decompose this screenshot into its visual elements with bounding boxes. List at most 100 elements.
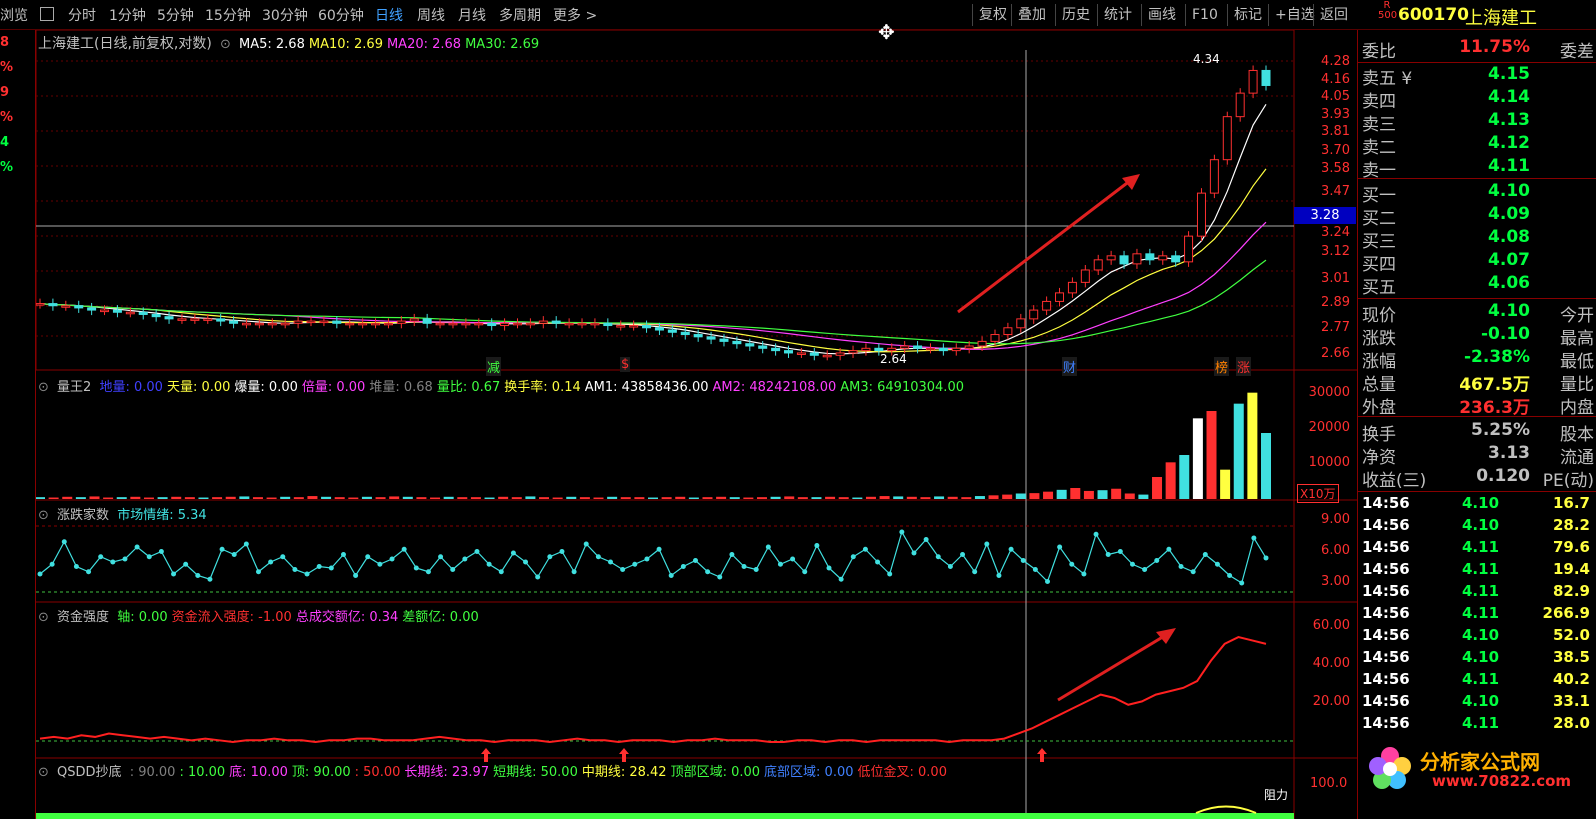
candle-body [964, 345, 974, 349]
emotion-point [535, 574, 541, 580]
candle-body [61, 305, 71, 308]
emotion-point [280, 554, 286, 560]
collapse-icon[interactable]: ⊙ [38, 508, 49, 523]
event-marker[interactable]: 榜 [1214, 357, 1230, 376]
indicator-value: 资金流入强度: -1.00 [171, 610, 292, 625]
period-tab[interactable]: 30分钟 [262, 5, 308, 25]
period-tab[interactable]: 15分钟 [205, 5, 251, 25]
candle-body [1171, 255, 1181, 263]
buy-level-value: 4.10 [1488, 181, 1530, 201]
period-tab[interactable]: 1分钟 [109, 5, 146, 25]
event-marker[interactable]: 涨 [1236, 357, 1252, 376]
tick-price: 4.11 [1462, 582, 1500, 600]
tick-time: 14:56 [1362, 626, 1410, 644]
emotion-point [49, 561, 55, 567]
volume-bar [103, 497, 114, 499]
toolbar-button[interactable]: 统计 [1097, 4, 1138, 26]
emotion-point [523, 559, 529, 565]
volume-bar [1152, 477, 1163, 499]
collapse-icon[interactable]: ⊙ [38, 610, 49, 625]
candle-body [332, 320, 342, 324]
toolbar-button[interactable]: 返回 [1313, 4, 1354, 26]
collapse-icon[interactable]: ⊙ [38, 765, 49, 780]
volume-bar [62, 496, 73, 499]
event-marker[interactable]: 财 [1062, 357, 1078, 376]
emotion-point [887, 571, 893, 577]
emotion-point [146, 554, 152, 560]
sell-level: 卖一 4.11 [1362, 156, 1594, 181]
layout-icon[interactable] [40, 7, 54, 21]
volume-bar [75, 497, 86, 499]
quote-row-label: 外盘 [1362, 398, 1396, 418]
volume-bar [593, 497, 604, 499]
quote-row: 涨幅 -2.38% 最低 [1362, 347, 1594, 372]
volume-bar [539, 497, 550, 499]
quote-row-label: 涨幅 [1362, 352, 1396, 372]
candle-body [822, 354, 832, 358]
emotion-point [1081, 571, 1087, 577]
period-tab[interactable]: 分时 [68, 5, 96, 25]
indicator-value: 底: 10.00 [229, 765, 288, 780]
volume-bar [1015, 493, 1026, 499]
emotion-point [559, 549, 565, 554]
tick-time: 14:56 [1362, 516, 1410, 534]
y-axis-label: 9.00 [1321, 512, 1350, 527]
quote-row-right: 量比 [1560, 375, 1594, 395]
volume-bar [198, 497, 209, 499]
volume-bar [1097, 490, 1108, 499]
period-tab[interactable]: 日线 [375, 5, 403, 25]
volume-bar [934, 496, 945, 499]
indicator-value: 市场情绪: 5.34 [117, 508, 207, 523]
emotion-point [875, 559, 881, 565]
quote-row-right: 内盘 [1560, 398, 1594, 418]
volume-bar [879, 496, 890, 499]
period-tab[interactable]: 更多 > [553, 5, 597, 25]
emotion-point [1057, 544, 1063, 550]
indicator-value: 差额亿: 0.00 [402, 610, 479, 625]
collapse-icon[interactable]: ⊙ [220, 37, 231, 52]
candle-body [1106, 255, 1116, 261]
candle-body [164, 316, 174, 320]
emotion-point [814, 543, 820, 548]
browse-tab[interactable]: 浏览 [0, 5, 28, 25]
candle-body [512, 322, 522, 326]
toolbar-button[interactable]: 叠加 [1011, 4, 1052, 26]
emotion-point [450, 567, 456, 572]
toolbar-button[interactable]: 标记 [1227, 4, 1268, 26]
volume-bar [457, 497, 468, 499]
period-tab[interactable]: 多周期 [499, 5, 541, 25]
period-tab[interactable]: 月线 [458, 5, 486, 25]
collapse-icon[interactable]: ⊙ [38, 380, 49, 395]
volume-bar [1220, 469, 1231, 499]
candle-body [319, 320, 329, 324]
toolbar-button[interactable]: F10 [1185, 4, 1224, 26]
quote-row-right: 最低 [1560, 352, 1594, 372]
period-tab[interactable]: 5分钟 [157, 5, 194, 25]
toolbar-button[interactable]: 历史 [1055, 4, 1096, 26]
quote-row-label: 净资 [1362, 448, 1396, 468]
event-marker[interactable]: 减 [486, 357, 502, 376]
candle-body [1132, 253, 1142, 265]
period-tab[interactable]: 周线 [417, 5, 445, 25]
tick-time: 14:56 [1362, 582, 1410, 600]
chart-area[interactable] [36, 30, 1357, 819]
candle-body [1158, 255, 1168, 261]
quote-row-value: 4.10 [1488, 301, 1530, 321]
candle-body [1119, 255, 1129, 265]
emotion-point [1032, 567, 1038, 572]
qsdd-bar [36, 813, 1294, 819]
emotion-point [61, 539, 67, 545]
period-tab[interactable]: 60分钟 [318, 5, 364, 25]
volume-bar [797, 497, 808, 499]
emotion-point [632, 561, 638, 567]
quote-row: 现价 4.10 今开 [1362, 301, 1594, 326]
candle-body [1093, 259, 1103, 271]
sell-level-value: 4.15 [1488, 64, 1530, 84]
event-marker[interactable]: $ [620, 357, 631, 372]
tick-volume: 28.2 [1552, 516, 1590, 534]
volume-bar [675, 496, 686, 499]
volume-bar [321, 496, 332, 499]
volume-bar [1002, 494, 1013, 499]
toolbar-button[interactable]: 复权 [972, 4, 1013, 26]
toolbar-button[interactable]: 画线 [1141, 4, 1182, 26]
